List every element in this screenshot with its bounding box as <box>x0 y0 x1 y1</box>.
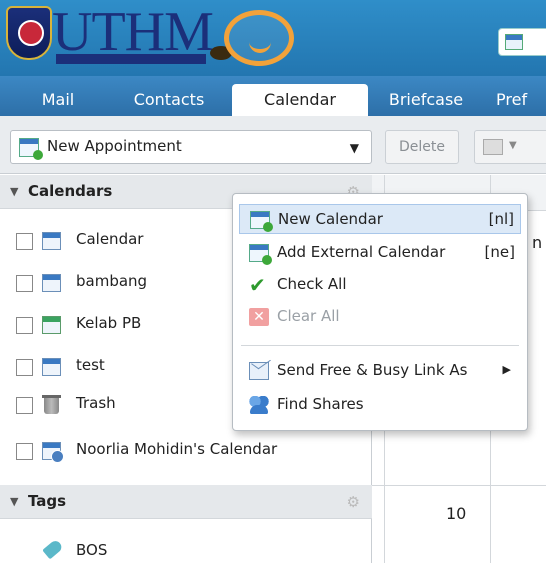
clear-x-icon: ✕ <box>249 308 269 326</box>
university-crest-icon <box>6 6 52 60</box>
calendar-name: bambang <box>76 272 148 290</box>
checkmark-icon: ✔ <box>249 273 266 297</box>
tags-title: Tags <box>28 492 67 510</box>
chevron-down-icon[interactable]: ▼ <box>350 141 359 155</box>
calendar-name: test <box>76 356 105 374</box>
calendar-view-icon <box>505 34 523 50</box>
menu-item-add-external-calendar[interactable]: Add External Calendar [ne] <box>239 238 521 268</box>
trash-icon <box>42 395 61 414</box>
chevron-down-icon[interactable]: ▼ <box>509 140 517 151</box>
menu-separator <box>241 345 519 346</box>
view-switcher-button[interactable] <box>498 28 546 56</box>
shared-calendar-icon <box>42 442 64 463</box>
tab-calendar[interactable]: Calendar <box>232 84 368 116</box>
delete-button[interactable]: Delete <box>385 130 459 164</box>
calendars-title: Calendars <box>28 182 113 200</box>
menu-item-label: Find Shares <box>277 395 364 413</box>
tab-mail[interactable]: Mail <box>28 84 88 116</box>
menu-item-label: Check All <box>277 275 347 293</box>
menu-item-send-free-busy[interactable]: Send Free & Busy Link As ▶ <box>239 356 521 386</box>
calendar-icon <box>42 358 61 376</box>
menu-item-label: Add External Calendar <box>277 243 446 261</box>
calendar-name: Trash <box>76 394 116 412</box>
calendar-icon <box>42 232 61 250</box>
new-appointment-label: New Appointment <box>47 137 182 155</box>
menu-item-new-calendar[interactable]: New Calendar [nl] <box>239 204 521 234</box>
calendar-name: Calendar <box>76 230 144 248</box>
menu-item-label: Clear All <box>277 307 340 325</box>
uthm-logo: UTHM <box>6 1 296 68</box>
find-shares-icon <box>249 396 269 414</box>
new-calendar-icon <box>250 211 273 232</box>
menu-item-check-all[interactable]: ✔ Check All <box>239 270 521 300</box>
logo-subtitle-bar <box>56 54 206 64</box>
calendar-checkbox[interactable] <box>16 359 33 376</box>
submenu-arrow-icon: ▶ <box>502 363 511 376</box>
envelope-icon <box>249 362 269 380</box>
new-appointment-button[interactable]: New Appointment ▼ <box>10 130 372 164</box>
tag-name: BOS <box>76 541 108 559</box>
tab-contacts[interactable]: Contacts <box>120 84 218 116</box>
menu-item-label: Send Free & Busy Link As <box>277 361 468 379</box>
calendar-icon <box>42 274 61 292</box>
day-number[interactable]: 10 <box>446 504 466 523</box>
new-appointment-icon <box>19 138 43 160</box>
tag-item-bos[interactable]: BOS <box>0 533 372 563</box>
menu-item-label: New Calendar <box>278 210 383 228</box>
calendar-name: Noorlia Mohidin's Calendar <box>76 440 278 458</box>
tab-preferences[interactable]: Pref <box>496 84 546 116</box>
smile-bubble-icon <box>224 10 294 66</box>
gear-icon[interactable]: ⚙ <box>347 493 360 511</box>
calendar-checkbox[interactable] <box>16 397 33 414</box>
menu-item-clear-all: ✕ Clear All <box>239 302 521 332</box>
calendar-item-shared[interactable]: Noorlia Mohidin's Calendar <box>0 431 372 471</box>
grid-header-text: n <box>532 233 543 252</box>
tags-section-header[interactable]: ▼ Tags ⚙ <box>0 485 372 519</box>
printer-icon <box>483 139 503 155</box>
calendar-icon <box>42 316 61 334</box>
toolbar: New Appointment ▼ Delete ▼ <box>0 116 546 174</box>
calendars-context-menu: New Calendar [nl] Add External Calendar … <box>232 193 528 431</box>
calendar-checkbox[interactable] <box>16 443 33 460</box>
menu-item-find-shares[interactable]: Find Shares <box>239 390 521 420</box>
print-button[interactable]: ▼ <box>474 130 546 164</box>
calendar-checkbox[interactable] <box>16 317 33 334</box>
menu-item-shortcut: [ne] <box>484 243 515 261</box>
calendar-name: Kelab PB <box>76 314 142 332</box>
grid-line <box>372 485 546 486</box>
calendar-checkbox[interactable] <box>16 233 33 250</box>
collapse-triangle-icon[interactable]: ▼ <box>10 495 18 508</box>
calendar-checkbox[interactable] <box>16 275 33 292</box>
app-tabs: Mail Contacts Calendar Briefcase Pref <box>0 76 546 116</box>
collapse-triangle-icon[interactable]: ▼ <box>10 185 18 198</box>
menu-item-shortcut: [nl] <box>488 210 514 228</box>
tag-icon <box>42 538 64 560</box>
app-header: UTHM <box>0 0 546 76</box>
tab-briefcase[interactable]: Briefcase <box>378 84 474 116</box>
add-calendar-icon <box>249 244 272 265</box>
